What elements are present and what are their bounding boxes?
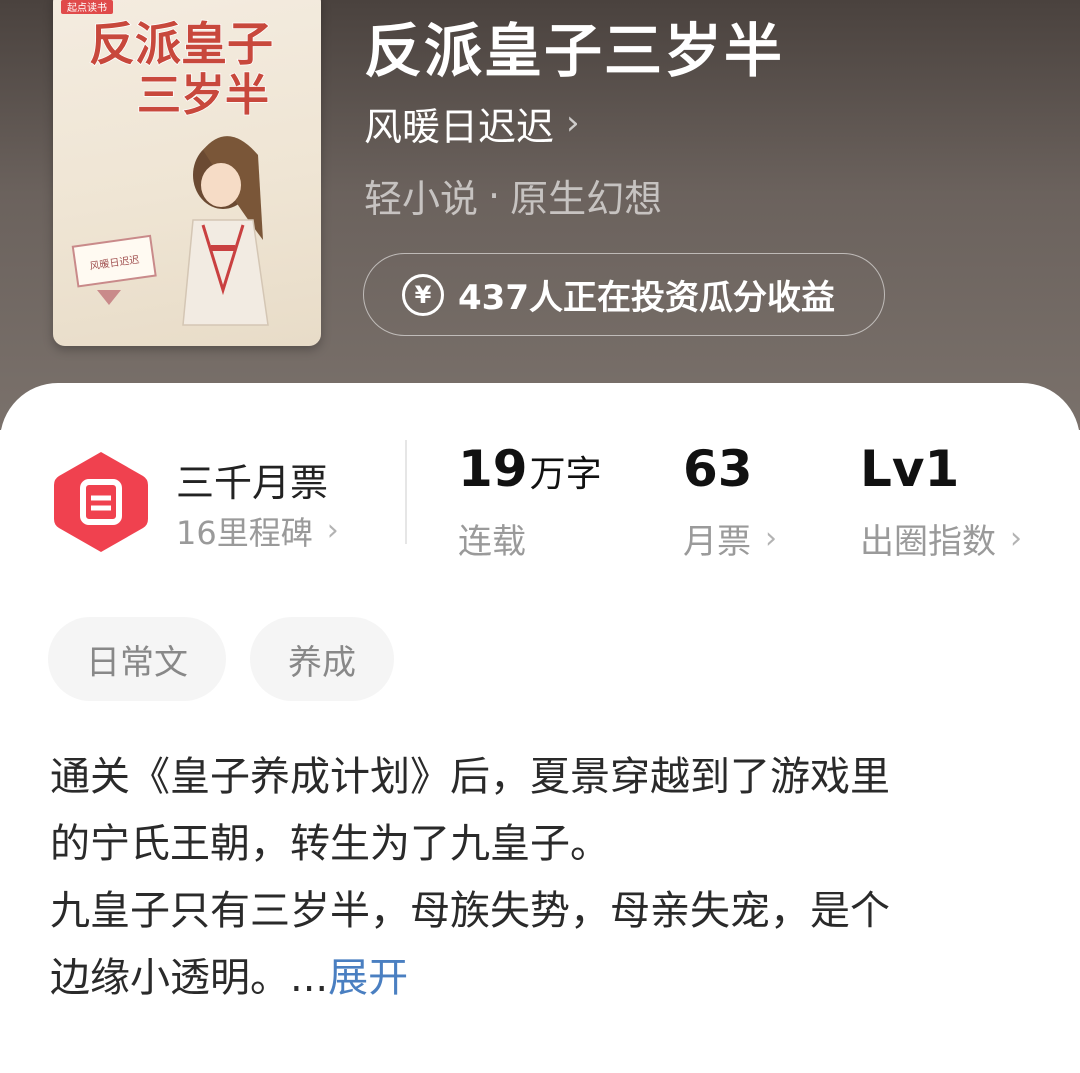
book-header: 起点读书 反派皇子 三岁半 风暖日迟迟 反派皇子三岁半 风暖日迟迟 › 轻小说 …	[0, 0, 1080, 430]
chevron-right-icon: ›	[765, 520, 777, 556]
tag-chip[interactable]: 日常文	[48, 617, 226, 701]
synopsis: 通关《皇子养成计划》后，夏景穿越到了游戏里 的宁氏王朝，转生为了九皇子。 九皇子…	[50, 744, 1040, 1012]
book-title: 反派皇子三岁半	[364, 17, 785, 85]
expand-link[interactable]: 展开	[328, 955, 408, 1001]
ticket-milestone-title[interactable]: 三千月票	[176, 452, 328, 507]
chevron-right-icon: ›	[326, 513, 339, 548]
synopsis-line: 九皇子只有三岁半，母族失势，母亲失宠，是个	[50, 888, 890, 934]
popularity-label: 出圈指数	[860, 522, 996, 562]
genre-separator: ·	[488, 173, 501, 218]
cover-publisher-badge: 起点读书	[67, 1, 107, 14]
tag-chip[interactable]: 养成	[250, 617, 394, 701]
cover-illustration: 起点读书 反派皇子 三岁半 风暖日迟迟	[61, 0, 274, 326]
monthly-ticket-link[interactable]: 月票 ›	[683, 514, 777, 563]
category-label[interactable]: 轻小说	[364, 168, 478, 223]
word-count-number: 19	[458, 440, 528, 498]
yen-coin-icon: ¥	[402, 273, 444, 316]
chevron-right-icon: ›	[1010, 520, 1022, 556]
tag-list: 日常文 养成	[48, 617, 394, 701]
author-link[interactable]: 风暖日迟迟 ›	[364, 98, 580, 149]
serial-status-label: 连载	[458, 522, 526, 562]
cover-title-line2: 三岁半	[137, 70, 269, 121]
popularity-value: Lv1	[860, 440, 959, 498]
ticket-milestone-sub: 16里程碑	[176, 514, 313, 552]
synopsis-line: 通关《皇子养成计划》后，夏景穿越到了游戏里	[50, 754, 890, 800]
invest-label: 437人正在投资瓜分收益	[458, 278, 835, 318]
word-count-label: 连载	[458, 514, 526, 563]
ticket-milestone-link[interactable]: 16里程碑 ›	[176, 508, 339, 554]
synopsis-line: 边缘小透明。...	[50, 955, 329, 1001]
ticket-badge-icon[interactable]	[53, 450, 149, 554]
invest-button[interactable]: ¥ 437人正在投资瓜分收益	[363, 253, 885, 336]
word-count-unit: 万字	[529, 454, 602, 495]
word-count-value: 19 万字	[458, 440, 602, 498]
cover-title-line1: 反派皇子	[89, 17, 273, 71]
synopsis-last-line: 边缘小透明。...展开	[50, 945, 1040, 1012]
popularity-link[interactable]: 出圈指数 ›	[860, 514, 1022, 563]
author-name: 风暖日迟迟	[364, 104, 555, 149]
monthly-ticket-number: 63	[683, 440, 753, 498]
monthly-ticket-label: 月票	[683, 522, 751, 562]
monthly-ticket-value: 63	[683, 440, 753, 498]
genre-line: 轻小说 · 原生幻想	[364, 168, 662, 223]
subcategory-label[interactable]: 原生幻想	[510, 168, 662, 223]
chevron-right-icon: ›	[566, 103, 580, 143]
book-detail-page: 起点读书 反派皇子 三岁半 风暖日迟迟 反派皇子三岁半 风暖日迟迟 › 轻小说 …	[0, 0, 1080, 1073]
stats-divider	[405, 440, 407, 544]
popularity-level: Lv1	[860, 440, 960, 498]
book-cover[interactable]: 起点读书 反派皇子 三岁半 风暖日迟迟	[53, 0, 321, 346]
synopsis-line: 的宁氏王朝，转生为了九皇子。	[50, 821, 610, 867]
